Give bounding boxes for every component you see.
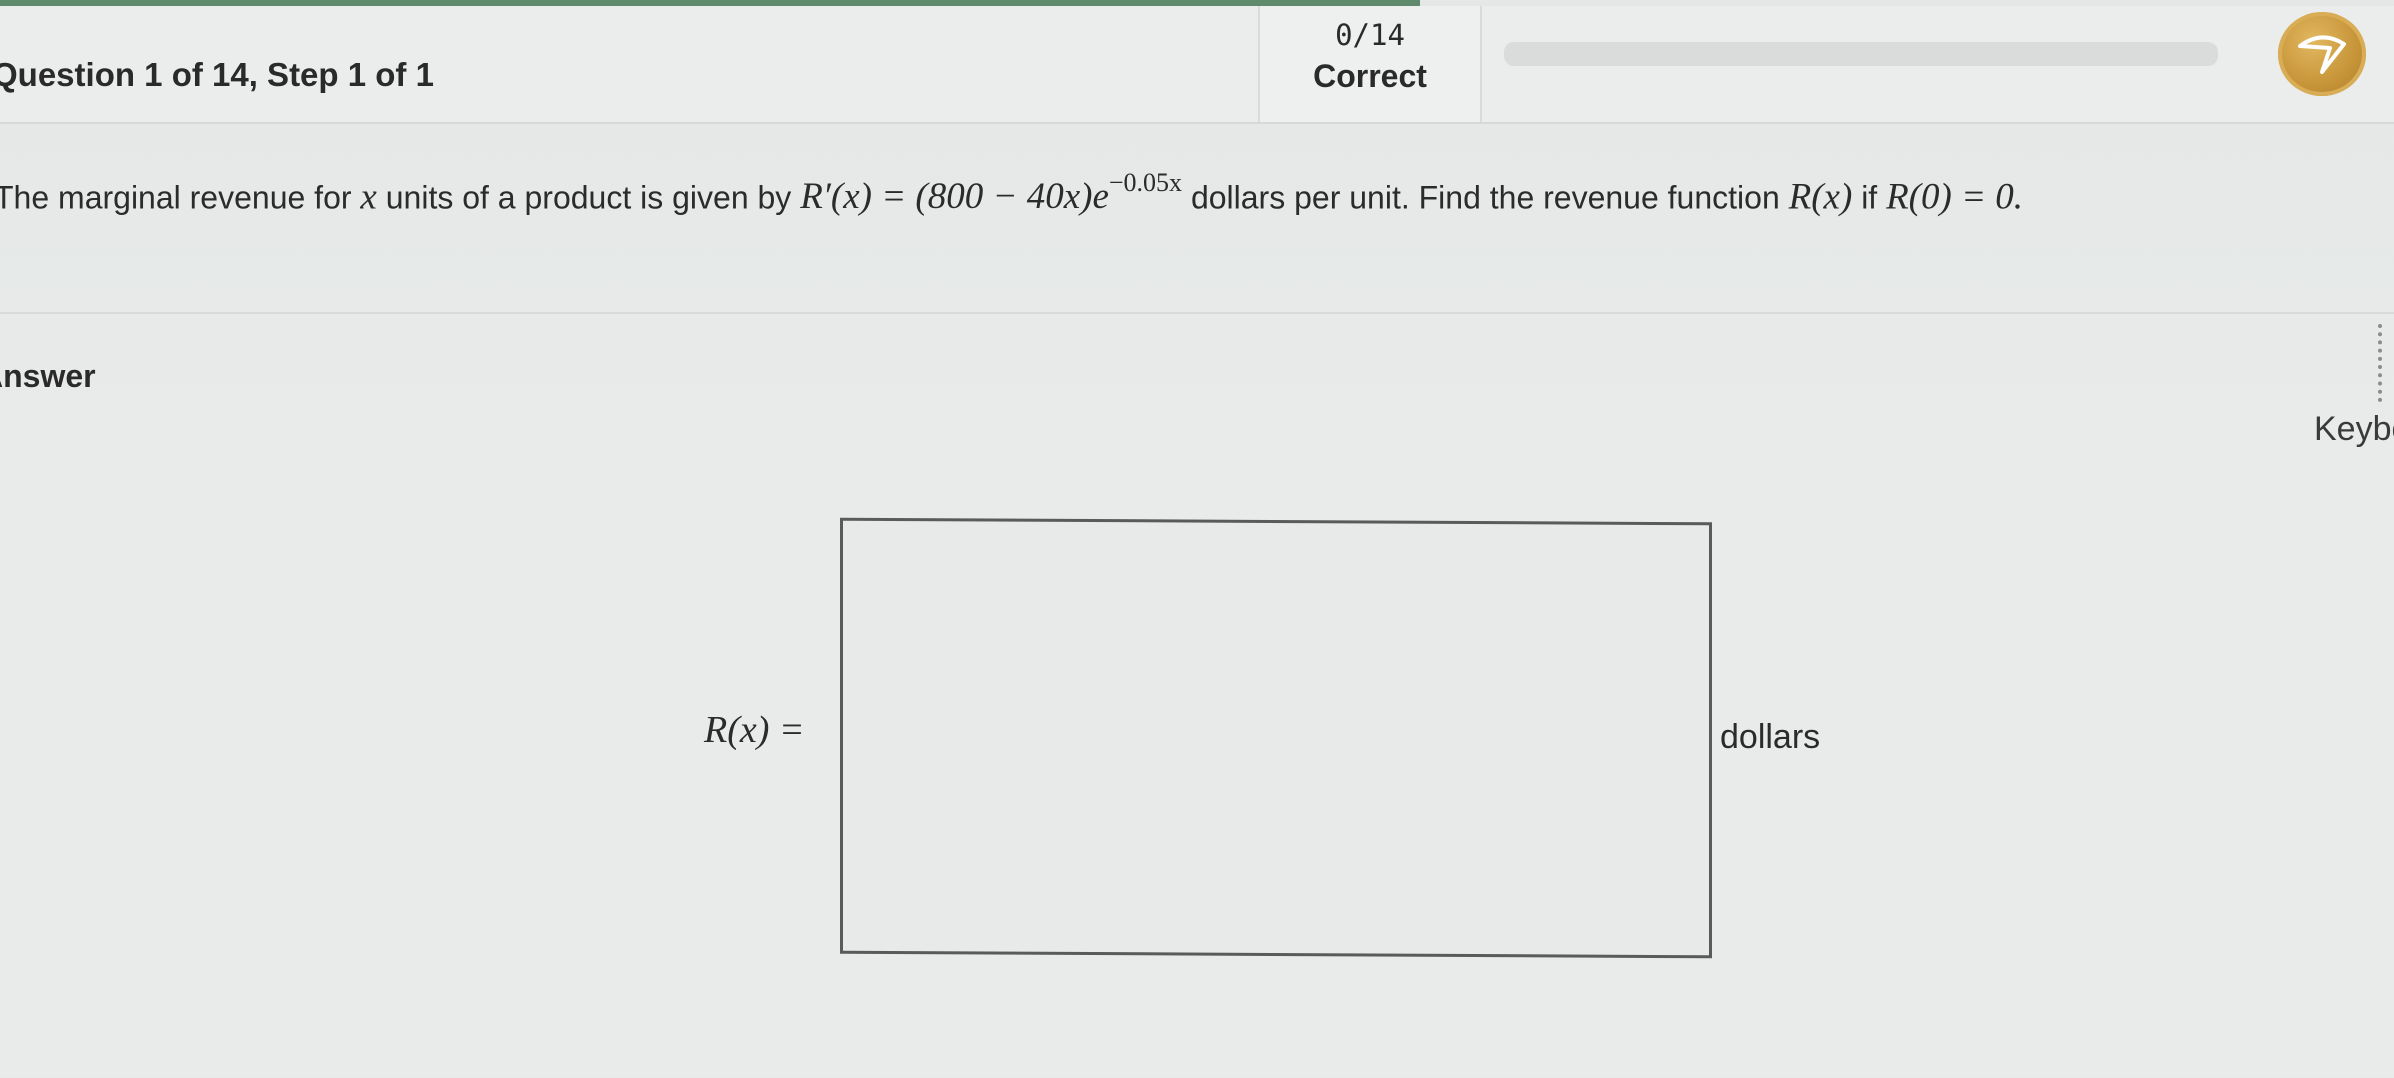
formula-exponent: −0.05x — [1108, 168, 1183, 197]
gold-badge-icon[interactable] — [2278, 12, 2366, 96]
keyboard-button[interactable]: Keyboard — [2314, 410, 2394, 449]
answer-lhs-label: R(x) = — [704, 709, 805, 751]
keyboard-toggle-handle[interactable] — [2378, 324, 2394, 402]
question-units-text: units of a product is given by — [376, 179, 801, 216]
score-label: Correct — [1313, 58, 1427, 94]
question-find-text: dollars per unit. Find the revenue funct… — [1182, 179, 1789, 216]
revenue-function-symbol: R(x) — [1788, 176, 1853, 218]
question-header: Question 1 of 14, Step 1 of 1 0/14 Corre… — [0, 6, 2394, 124]
answer-input[interactable] — [840, 517, 1712, 959]
score-box: 0/14 Correct — [1258, 6, 1482, 122]
question-title: Question 1 of 14, Step 1 of 1 — [0, 56, 434, 93]
question-intro: The marginal revenue for — [0, 179, 361, 216]
score-count: 0/14 — [1335, 18, 1405, 52]
question-text: The marginal revenue for x units of a pr… — [0, 168, 2374, 218]
answer-heading: Answer — [0, 358, 96, 394]
marginal-revenue-formula: R′(x) = (800 − 40x)e−0.05x — [800, 168, 1183, 218]
question-if-text: if — [1852, 179, 1887, 216]
section-divider — [0, 312, 2394, 314]
variable-x: x — [360, 176, 377, 218]
progress-bar — [1504, 42, 2218, 66]
initial-condition: R(0) = 0. — [1886, 176, 2024, 218]
answer-unit-label: dollars — [1720, 718, 1821, 756]
